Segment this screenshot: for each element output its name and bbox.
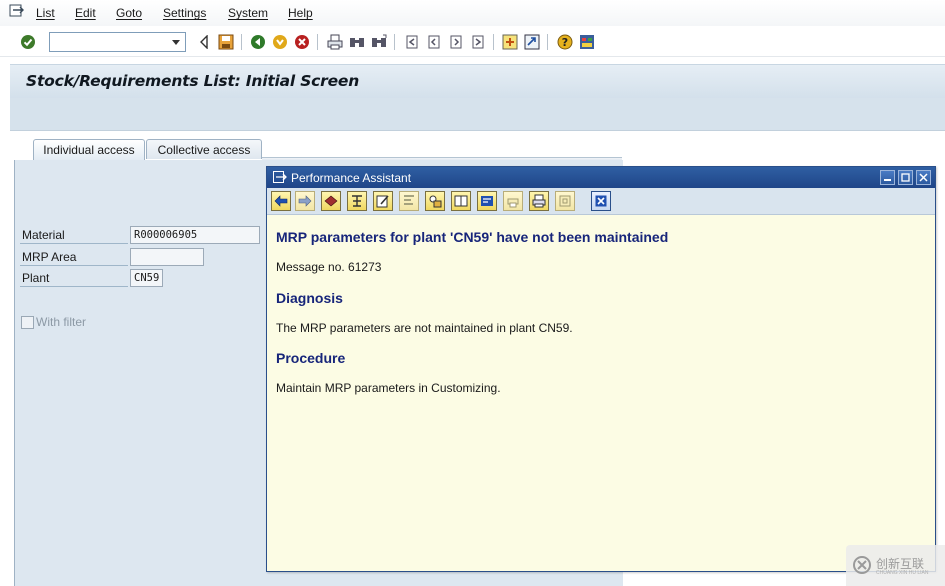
procedure-text: Maintain MRP parameters in Customizing.: [276, 381, 501, 395]
tab-collective-access[interactable]: Collective access: [146, 139, 262, 159]
book-icon[interactable]: [451, 191, 471, 211]
watermark-subtext: CHUANG XIN HU LIAN: [876, 570, 929, 576]
message-heading: MRP parameters for plant 'CN59' have not…: [276, 229, 669, 245]
command-input[interactable]: [53, 34, 169, 52]
chevron-down-icon[interactable]: [167, 33, 185, 51]
maximize-icon[interactable]: [898, 170, 913, 185]
with-filter-checkbox[interactable]: With filter: [21, 314, 86, 330]
diagnosis-heading: Diagnosis: [276, 290, 343, 306]
last-page-icon[interactable]: [469, 33, 487, 51]
with-filter-label: With filter: [36, 315, 87, 329]
pa-content: MRP parameters for plant 'CN59' have not…: [267, 215, 935, 571]
label-underline: [20, 243, 128, 244]
performance-assistant-window: Performance Assistant MRP parameters for…: [266, 166, 936, 572]
back-arrow-icon[interactable]: [195, 33, 213, 51]
back-icon[interactable]: [271, 191, 291, 211]
print-icon[interactable]: [326, 33, 344, 51]
message-number: Message no. 61273: [276, 260, 382, 274]
standard-toolbar: ?: [0, 28, 945, 57]
watermark: 创新互联 CHUANG XIN HU LIAN: [846, 545, 945, 586]
next-page-icon[interactable]: [447, 33, 465, 51]
menu-bar: List Edit Goto Settings System Help: [0, 0, 945, 26]
toolbar-separator: [394, 34, 395, 50]
exit-icon[interactable]: [271, 33, 289, 51]
pa-title-bar[interactable]: Performance Assistant: [267, 167, 935, 188]
forward-icon[interactable]: [295, 191, 315, 211]
toolbar-separator: [547, 34, 548, 50]
menu-goto[interactable]: Goto: [116, 6, 142, 20]
document-icon[interactable]: [477, 191, 497, 211]
structure-icon[interactable]: [347, 191, 367, 211]
print-preview-icon[interactable]: [503, 191, 523, 211]
label-underline: [20, 265, 128, 266]
window-menu-icon[interactable]: [273, 171, 287, 184]
tooltip-icon[interactable]: [399, 191, 419, 211]
print-icon[interactable]: [529, 191, 549, 211]
shortcut-icon[interactable]: [523, 33, 541, 51]
create-session-icon[interactable]: [501, 33, 519, 51]
svg-text:?: ?: [562, 36, 568, 49]
page-title: Stock/Requirements List: Initial Screen: [26, 72, 360, 90]
screen-title-bar: Stock/Requirements List: Initial Screen: [10, 64, 945, 99]
checkbox-box[interactable]: [21, 315, 34, 329]
settings-icon[interactable]: [425, 191, 445, 211]
pa-window-title: Performance Assistant: [291, 171, 412, 185]
label-underline: [20, 286, 128, 287]
back-icon[interactable]: [249, 33, 267, 51]
plant-label: Plant: [22, 271, 50, 285]
menu-help[interactable]: Help: [288, 6, 313, 20]
cancel-icon[interactable]: [293, 33, 311, 51]
plant-field[interactable]: CN59: [130, 269, 163, 287]
material-label: Material: [22, 228, 65, 242]
help-icon[interactable]: ?: [556, 33, 574, 51]
command-field[interactable]: [49, 32, 186, 52]
diagnosis-text: The MRP parameters are not maintained in…: [276, 321, 573, 335]
app-menu-icon[interactable]: [9, 4, 25, 18]
menu-edit[interactable]: Edit: [75, 6, 96, 20]
first-page-icon[interactable]: [403, 33, 421, 51]
save-local-icon[interactable]: [555, 191, 575, 211]
previous-page-icon[interactable]: [425, 33, 443, 51]
watermark-logo-icon: [852, 555, 872, 578]
save-icon[interactable]: [217, 33, 235, 51]
menu-system[interactable]: System: [228, 6, 268, 20]
material-field[interactable]: R000006905: [130, 226, 260, 244]
find-icon[interactable]: [348, 33, 366, 51]
enter-icon[interactable]: [19, 33, 37, 51]
customize-layout-icon[interactable]: [578, 33, 596, 51]
find-next-icon[interactable]: [370, 33, 388, 51]
mrp-area-label: MRP Area: [22, 250, 77, 264]
menu-settings[interactable]: Settings: [163, 6, 206, 20]
tab-individual-access[interactable]: Individual access: [33, 139, 145, 160]
technical-info-icon[interactable]: [321, 191, 341, 211]
menu-list[interactable]: List: [36, 6, 55, 20]
pa-toolbar: [267, 188, 935, 215]
toolbar-separator: [317, 34, 318, 50]
toolbar-separator: [493, 34, 494, 50]
application-toolbar: [10, 98, 945, 131]
procedure-heading: Procedure: [276, 350, 346, 366]
close-window-icon[interactable]: [916, 170, 931, 185]
mrp-area-field[interactable]: [130, 248, 204, 266]
edit-icon[interactable]: [373, 191, 393, 211]
minimize-icon[interactable]: [880, 170, 895, 185]
close-icon[interactable]: [591, 191, 611, 211]
toolbar-separator: [241, 34, 242, 50]
